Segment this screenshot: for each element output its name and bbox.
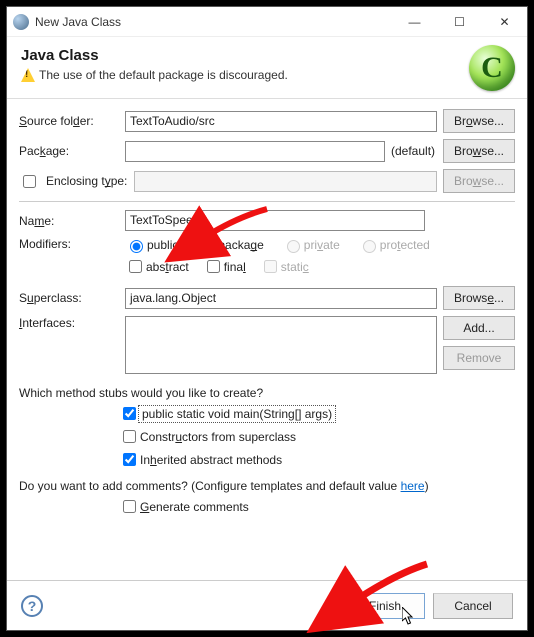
mouse-cursor-icon [402,607,416,628]
class-logo-icon: C [469,45,515,91]
add-interface-button[interactable]: Add... [443,316,515,340]
superclass-input[interactable]: java.lang.Object [125,288,437,309]
comments-question: Do you want to add comments? (Configure … [19,479,515,493]
modifier-abstract-check[interactable]: abstract [125,257,189,276]
modifier-package-radio[interactable]: package [196,237,263,253]
modifiers-label: Modifiers: [19,237,119,251]
interfaces-label: Interfaces: [19,316,119,330]
package-input[interactable] [125,141,385,162]
stub-inherited-check[interactable]: Inherited abstract methods [119,450,515,469]
stubs-question: Which method stubs would you like to cre… [19,386,515,400]
close-button[interactable]: ✕ [482,7,527,37]
eclipse-icon [13,14,29,30]
enclosing-type-input [134,171,437,192]
name-label: Name: [19,214,119,228]
dialog-header: Java Class The use of the default packag… [7,37,527,99]
source-folder-input[interactable]: TextToAudio/src [125,111,437,132]
browse-package-button[interactable]: Browse... [443,139,515,163]
minimize-button[interactable]: — [392,7,437,37]
window-title: New Java Class [35,15,392,29]
modifier-protected-radio: protected [358,237,430,253]
browse-superclass-button[interactable]: Browse... [443,286,515,310]
stub-constructors-check[interactable]: Constructors from superclass [119,427,515,446]
page-title: Java Class [21,47,513,64]
warning-text: The use of the default package is discou… [39,68,288,82]
titlebar: New Java Class — ☐ ✕ [7,7,527,37]
enclosing-type-checkbox[interactable] [23,175,36,188]
source-folder-label: Source folder: [19,114,119,128]
stub-main-check[interactable]: public static void main(String[] args) [119,404,515,423]
modifier-private-radio: private [282,237,340,253]
modifier-static-check: static [260,257,309,276]
browse-source-button[interactable]: Browse... [443,109,515,133]
warning-icon [21,68,35,82]
remove-interface-button: Remove [443,346,515,370]
modifier-final-check[interactable]: final [203,257,246,276]
package-label: Package: [19,144,119,158]
configure-link[interactable]: here [401,479,425,493]
dialog-footer: ? Finish Cancel [7,580,527,630]
help-icon[interactable]: ? [21,595,43,617]
generate-comments-check[interactable]: Generate comments [119,497,515,516]
name-input[interactable]: TextToSpeech [125,210,425,231]
cancel-button[interactable]: Cancel [433,593,513,619]
superclass-label: Superclass: [19,291,119,305]
modifier-public-radio[interactable]: public [125,237,178,253]
dialog-content: Source folder: TextToAudio/src Browse...… [7,99,527,580]
interfaces-list[interactable] [125,316,437,374]
enclosing-type-label: Enclosing type: [46,174,128,188]
package-hint: (default) [391,144,437,158]
browse-enclosing-button: Browse... [443,169,515,193]
maximize-button[interactable]: ☐ [437,7,482,37]
